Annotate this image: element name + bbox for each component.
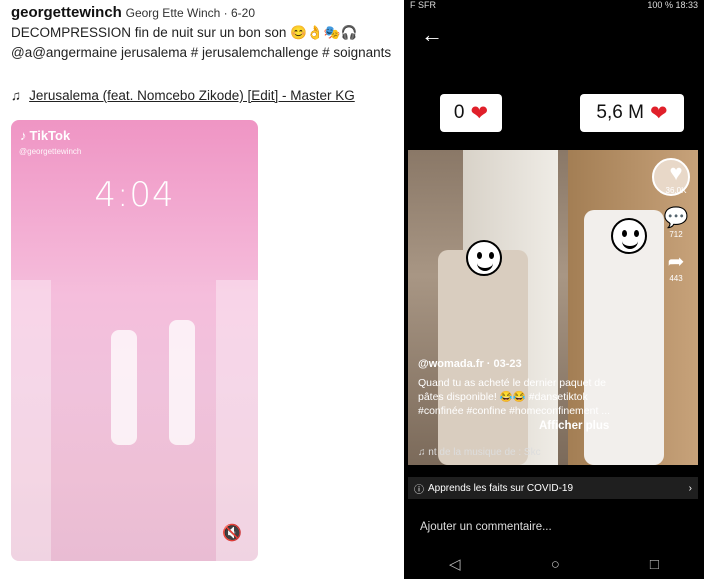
status-clock: 18:33 (675, 0, 698, 10)
video-caption: Quand tu as acheté le dernier paquet de … (418, 377, 611, 417)
nav-recent-icon[interactable]: □ (650, 556, 659, 573)
post-caption: DECOMPRESSION fin de nuit sur un bon son… (11, 25, 392, 60)
tiktok-logo: ♪ TikTok (20, 128, 70, 143)
comments-count: 712 (669, 230, 683, 239)
video-author[interactable]: @womada.fr · 03-23 (418, 358, 522, 370)
mute-icon[interactable]: 🔇 (222, 523, 242, 543)
heart-icon: ❤ (649, 101, 668, 125)
post-meta: Georg Ette Winch · 6-20 (125, 6, 256, 20)
music-row[interactable]: ♫ Jerusalema (feat. Nomcebo Zikode) [Edi… (11, 88, 355, 103)
tiktok-icon: ♪ (20, 128, 27, 143)
status-bar: F SFR 100 % 18:33 (404, 0, 704, 12)
phone-screen: F SFR 100 % 18:33 ← 0 ❤ 5,6 M ❤ ♥ 36,0K … (404, 0, 704, 579)
music-note-icon: ♫ (11, 88, 22, 103)
song-link[interactable]: Jerusalema (feat. Nomcebo Zikode) [Edit]… (29, 88, 355, 103)
nurse-figure (111, 330, 137, 445)
comment-input[interactable]: Ajouter un commentaire... (420, 521, 552, 533)
covid-banner[interactable]: ⓘ Apprends les faits sur COVID-19 › (408, 477, 698, 499)
tiktok-label: TikTok (29, 128, 71, 143)
count-left: 0 (453, 102, 465, 123)
side-actions: ♥ 36,0K 💬 712 ➦ 443 (656, 160, 696, 283)
face-sticker (611, 218, 647, 254)
face-sticker (466, 240, 502, 276)
count-right: 5,6 M (596, 102, 644, 123)
count-box-left: 0 ❤ (440, 94, 502, 132)
chevron-right-icon: › (688, 482, 692, 494)
info-icon: ⓘ (414, 484, 424, 496)
video-player[interactable]: ♪ TikTok @georgettewinch 4:04 🔇 (11, 120, 258, 561)
shares-count: 443 (669, 274, 683, 283)
video-clock: 4:04 (94, 175, 175, 215)
video-music[interactable]: ♫ nt de la musique de : Skc (418, 447, 541, 458)
share-icon[interactable]: ➦ (656, 249, 696, 274)
nurse-figure (169, 320, 195, 445)
covid-label: Apprends les faits sur COVID-19 (428, 482, 574, 494)
likes-count: 36,0K (665, 186, 687, 195)
nav-home-icon[interactable]: ○ (551, 556, 560, 573)
corridor-wall (216, 280, 258, 561)
heart-icon: ❤ (470, 101, 489, 125)
left-panel: georgettewinch Georg Ette Winch · 6-20 D… (0, 0, 404, 579)
music-label: nt de la musique de : Skc (428, 447, 541, 458)
carrier: F SFR (410, 0, 436, 10)
corridor-wall (11, 280, 51, 561)
battery: 100 % (647, 0, 673, 10)
count-box-right: 5,6 M ❤ (580, 94, 684, 132)
nav-bar: ◁ ○ □ (404, 549, 704, 579)
video-handle: @georgettewinch (19, 147, 82, 156)
post-header: georgettewinch Georg Ette Winch · 6-20 D… (11, 3, 401, 63)
show-more-button[interactable]: Afficher plus (539, 420, 609, 432)
comment-icon[interactable]: 💬 (656, 205, 696, 230)
username[interactable]: georgettewinch (11, 4, 122, 21)
heart-icon[interactable]: ♥ (656, 160, 696, 186)
nav-back-icon[interactable]: ◁ (449, 555, 461, 573)
back-arrow-icon[interactable]: ← (421, 22, 443, 48)
